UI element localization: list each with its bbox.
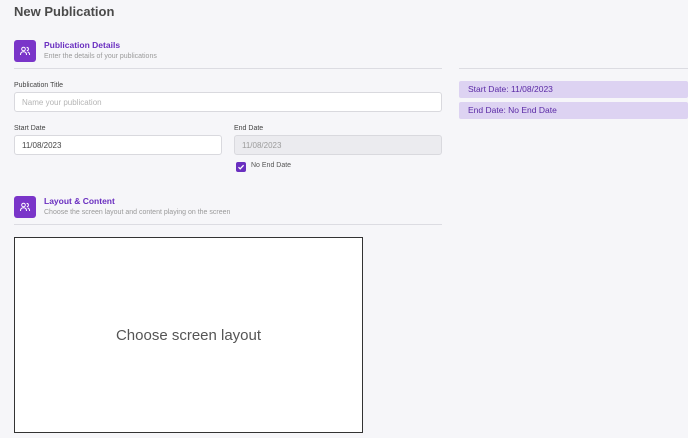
summary-divider: [459, 68, 688, 69]
section-divider: [14, 68, 442, 69]
no-end-date-label: No End Date: [251, 162, 292, 169]
end-date-input: [234, 135, 442, 155]
start-date-input[interactable]: [14, 135, 222, 155]
publication-title-input[interactable]: [14, 92, 442, 112]
users-icon: [14, 196, 36, 218]
summary-end-date: End Date: No End Date: [459, 102, 688, 119]
choose-screen-layout-label: Choose screen layout: [115, 326, 262, 344]
layout-content-title: Layout & Content: [44, 196, 115, 206]
new-publication-page: New Publication Publication Details Ente…: [0, 0, 688, 438]
start-date-label: Start Date: [14, 125, 46, 132]
summary-start-date: Start Date: 11/08/2023: [459, 81, 688, 98]
page-title: New Publication: [14, 4, 115, 19]
end-date-label: End Date: [234, 125, 264, 132]
layout-content-subtitle: Choose the screen layout and content pla…: [44, 209, 231, 216]
publication-title-label: Publication Title: [14, 82, 64, 89]
choose-screen-layout-button[interactable]: Choose screen layout: [14, 237, 363, 433]
check-icon: [238, 164, 245, 170]
section-divider: [14, 224, 442, 225]
publication-details-title: Publication Details: [44, 40, 121, 50]
users-icon: [14, 40, 36, 62]
publication-details-subtitle: Enter the details of your publications: [44, 53, 157, 60]
no-end-date-checkbox[interactable]: [236, 162, 246, 172]
